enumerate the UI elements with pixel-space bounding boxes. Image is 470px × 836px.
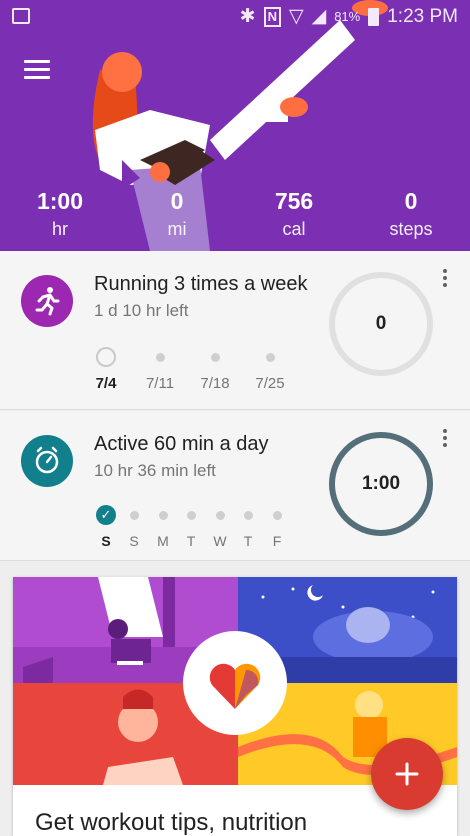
goal-time-left: 1 d 10 hr left (94, 301, 189, 320)
day-label: F (272, 533, 282, 549)
wifi-icon: ▽ (288, 6, 304, 27)
timer-icon (21, 435, 73, 487)
goal-progress-ring: 0 (329, 272, 433, 376)
stat-value: 1:00 (36, 188, 84, 214)
week-item: 7/11 (140, 347, 180, 392)
day-item: M (151, 505, 175, 549)
day-status-dot (243, 510, 253, 520)
day-label: T (186, 533, 196, 549)
running-icon (21, 275, 73, 327)
stat-value: 756 (274, 188, 314, 214)
day-item: W (208, 505, 232, 549)
promo-text: Get workout tips, nutrition (35, 809, 308, 836)
add-fab-button[interactable] (371, 738, 443, 810)
battery-icon (368, 7, 380, 26)
day-label: S (101, 533, 111, 549)
bluetooth-icon: ✱ (239, 6, 256, 27)
goal-title: Running 3 times a week (94, 273, 308, 295)
week-status-dot (210, 352, 220, 362)
hamburger-menu-icon[interactable] (24, 60, 50, 80)
day-status-dot (186, 510, 196, 520)
day-status-dot (272, 510, 282, 520)
day-label: S (129, 533, 139, 549)
check-icon: ✓ (96, 505, 116, 525)
stat-calories: 756 cal (249, 186, 339, 242)
stat-unit: steps (389, 219, 433, 239)
stat-duration: 1:00 hr (15, 186, 105, 242)
signal-icon: ◢ (311, 6, 327, 27)
week-item: 7/25 (250, 347, 290, 392)
day-item: ✓ S (94, 505, 118, 549)
goal-title: Active 60 min a day (94, 433, 269, 455)
week-label: 7/4 (95, 375, 117, 392)
stat-steps: 0 steps (366, 186, 456, 242)
day-status-dot (129, 510, 139, 520)
stat-value: 0 (404, 188, 418, 214)
goal-progress-value: 0 (375, 313, 387, 334)
goal-progress-ring: 1:00 (329, 432, 433, 536)
goal-card-active-minutes[interactable]: Active 60 min a day 10 hr 36 min left 1:… (0, 411, 470, 561)
goal-card-running[interactable]: Running 3 times a week 1 d 10 hr left 0 … (0, 251, 470, 410)
stat-unit: mi (167, 219, 187, 239)
goal-time-left: 10 hr 36 min left (94, 461, 216, 480)
day-label: T (243, 533, 253, 549)
goal-progress-value: 1:00 (361, 473, 401, 494)
day-label: M (157, 533, 169, 549)
week-label: 7/18 (200, 375, 230, 392)
week-status-dot (265, 352, 275, 362)
week-status-dot (155, 352, 165, 362)
day-item: T (179, 505, 203, 549)
gallery-notification-icon (12, 8, 30, 24)
day-item: F (265, 505, 289, 549)
day-status-dot (158, 510, 168, 520)
week-label: 7/11 (145, 375, 175, 392)
battery-percent: 81% (334, 9, 361, 24)
plus-icon (395, 762, 419, 786)
day-item: S (122, 505, 146, 549)
header-banner: ✱ N ▽ ◢ 81% 1:23 PM 1:00 hr 0 mi 756 cal… (0, 0, 470, 251)
stat-value: 0 (170, 188, 184, 214)
week-label: 7/25 (255, 375, 285, 392)
status-bar: ✱ N ▽ ◢ 81% 1:23 PM (0, 0, 470, 34)
stat-distance: 0 mi (132, 186, 222, 242)
day-status-dot (215, 510, 225, 520)
week-status-open (96, 347, 116, 367)
day-label: W (213, 533, 227, 549)
stat-unit: cal (282, 219, 306, 239)
more-options-icon[interactable] (442, 269, 448, 291)
week-item: 7/18 (195, 347, 235, 392)
nfc-icon: N (263, 6, 281, 27)
more-options-icon[interactable] (442, 429, 448, 451)
day-item: T (236, 505, 260, 549)
stat-unit: hr (51, 219, 68, 239)
clock: 1:23 PM (387, 5, 458, 27)
week-item: 7/4 (86, 347, 126, 392)
